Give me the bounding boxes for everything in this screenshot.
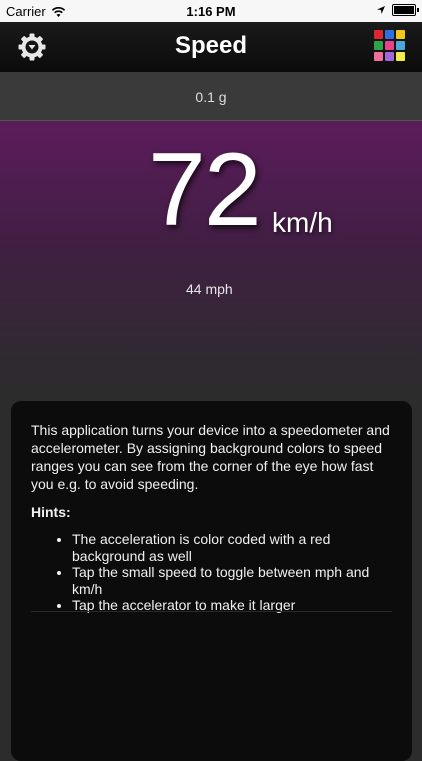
color-swatch (385, 30, 394, 39)
acceleration-value: 0.1 g (195, 89, 227, 105)
location-icon (377, 6, 385, 14)
battery-icon (392, 4, 419, 16)
color-swatch (385, 52, 394, 61)
hint-item: The acceleration is color coded with a r… (72, 531, 391, 564)
alternate-speed-toggle[interactable]: 44 mph (186, 281, 233, 297)
hints-title: Hints: (31, 504, 71, 520)
navigation-bar: Speed (0, 22, 422, 72)
color-swatch (374, 41, 383, 50)
hint-item: Tap the small speed to toggle between mp… (72, 564, 391, 597)
acceleration-bar[interactable]: 0.1 g (0, 72, 422, 121)
hints-list: The acceleration is color coded with a r… (31, 531, 391, 614)
status-time: 1:16 PM (186, 4, 236, 19)
color-swatch (385, 41, 394, 50)
color-swatch (396, 30, 405, 39)
status-right-icons (376, 4, 419, 16)
page-title: Speed (174, 32, 248, 59)
speed-value: 72 (148, 132, 262, 248)
speed-unit: km/h (272, 207, 333, 238)
info-panel: This application turns your device into … (11, 401, 412, 761)
color-swatch (396, 52, 405, 61)
color-swatch (374, 30, 383, 39)
divider (31, 611, 392, 612)
app-description: This application turns your device into … (31, 422, 390, 492)
status-bar: Carrier 1:16 PM (0, 0, 422, 22)
color-grid-icon[interactable] (374, 30, 406, 62)
speed-panel: 72 km/h 44 mph (0, 121, 422, 401)
color-swatch (374, 52, 383, 61)
color-swatch (396, 41, 405, 50)
